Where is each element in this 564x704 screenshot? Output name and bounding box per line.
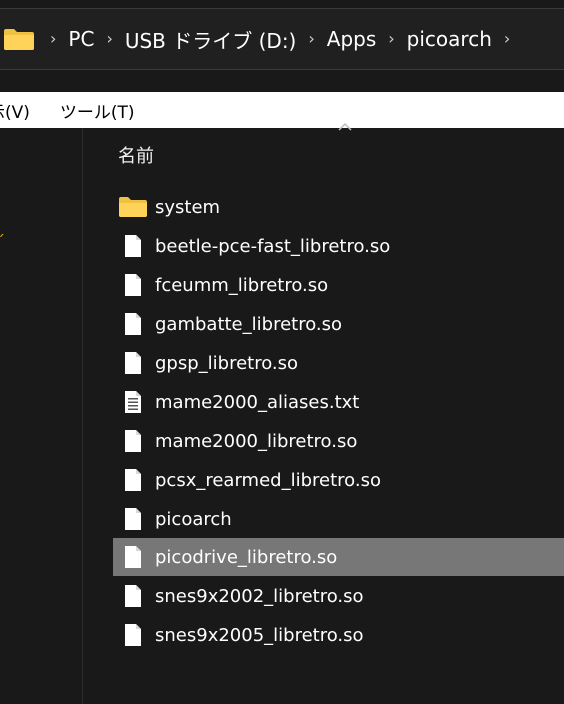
list-item-name: system xyxy=(155,196,221,218)
list-item[interactable]: mame2000_aliases.txt xyxy=(113,383,564,421)
address-bar[interactable]: › PC › USB ドライブ (D:) › Apps › picoarch › xyxy=(0,8,564,70)
file-icon xyxy=(119,266,147,304)
sort-up-icon xyxy=(338,122,352,131)
list-item[interactable]: snes9x2002_libretro.so xyxy=(113,577,564,615)
list-item-name: fceumm_libretro.so xyxy=(155,274,329,296)
breadcrumb: › PC › USB ドライブ (D:) › Apps › picoarch › xyxy=(0,9,516,69)
breadcrumb-item-picoarch[interactable]: picoarch xyxy=(401,27,498,51)
file-icon xyxy=(119,305,147,343)
folder-icon xyxy=(119,188,147,226)
chevron-right-icon[interactable]: › xyxy=(382,29,400,48)
list-item-name: gambatte_libretro.so xyxy=(155,313,343,335)
list-item[interactable]: picoarch xyxy=(113,500,564,538)
list-item[interactable]: snes9x2005_libretro.so xyxy=(113,616,564,654)
list-item-name: picoarch xyxy=(155,508,232,530)
file-icon xyxy=(119,461,147,499)
file-icon xyxy=(119,344,147,382)
file-icon xyxy=(119,616,147,654)
file-icon xyxy=(119,422,147,460)
list-item[interactable]: pcsx_rearmed_libretro.so xyxy=(113,461,564,499)
list-item-name: beetle-pce-fast_libretro.so xyxy=(155,235,391,257)
list-item-name: snes9x2005_libretro.so xyxy=(155,624,364,646)
breadcrumb-item-apps[interactable]: Apps xyxy=(321,27,383,51)
list-item-selected[interactable]: picodrive_libretro.so xyxy=(113,538,564,576)
menu-bar: 示(V) ツール(T) xyxy=(0,92,564,128)
breadcrumb-item-pc[interactable]: PC xyxy=(62,27,100,51)
chevron-right-icon[interactable]: › xyxy=(100,29,118,48)
list-item-name: snes9x2002_libretro.so xyxy=(155,585,364,607)
column-header-name[interactable]: 名前 xyxy=(118,142,154,168)
list-item[interactable]: fceumm_libretro.so xyxy=(113,266,564,304)
list-item[interactable]: system xyxy=(113,188,564,226)
menu-tools[interactable]: ツール(T) xyxy=(60,98,135,123)
file-icon xyxy=(119,227,147,265)
list-item-name: gpsp_libretro.so xyxy=(155,352,299,374)
navigation-pane-divider[interactable] xyxy=(82,128,83,704)
file-icon xyxy=(119,577,147,615)
list-item[interactable]: gambatte_libretro.so xyxy=(113,305,564,343)
menu-view[interactable]: 示(V) xyxy=(0,98,30,123)
file-icon xyxy=(119,538,147,576)
chevron-right-icon[interactable]: › xyxy=(44,29,62,48)
chevron-right-icon[interactable]: › xyxy=(302,29,320,48)
list-item-name: mame2000_aliases.txt xyxy=(155,391,360,413)
file-icon xyxy=(119,500,147,538)
list-item-name: mame2000_libretro.so xyxy=(155,430,358,452)
list-item[interactable]: mame2000_libretro.so xyxy=(113,422,564,460)
text-file-icon xyxy=(119,383,147,421)
nav-pane-partial-icon: ˊ xyxy=(0,232,5,251)
list-item-name: pcsx_rearmed_libretro.so xyxy=(155,469,381,491)
list-item[interactable]: gpsp_libretro.so xyxy=(113,344,564,382)
list-item[interactable]: beetle-pce-fast_libretro.so xyxy=(113,227,564,265)
folder-icon xyxy=(4,28,34,50)
chevron-right-icon[interactable]: › xyxy=(498,29,516,48)
list-item-name: picodrive_libretro.so xyxy=(155,546,338,568)
breadcrumb-item-usb-drive[interactable]: USB ドライブ (D:) xyxy=(119,25,303,54)
